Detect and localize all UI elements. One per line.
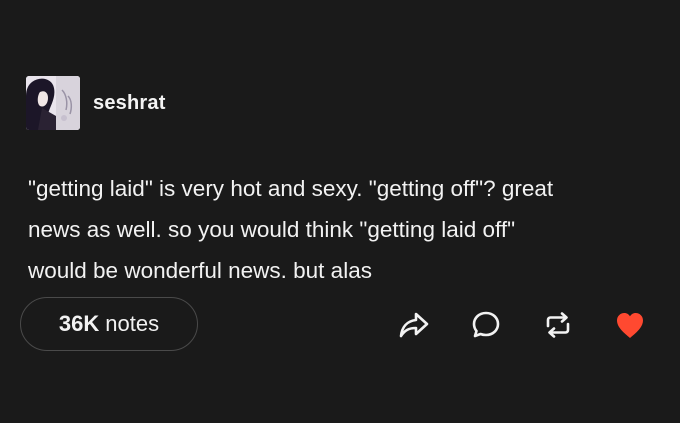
post-body-line: would be wonderful news. but alas	[28, 258, 372, 283]
share-button[interactable]	[397, 309, 431, 341]
tumblr-post: seshrat "getting laid" is very hot and s…	[0, 0, 680, 423]
avatar[interactable]	[26, 76, 80, 130]
like-icon	[617, 313, 643, 338]
reply-button[interactable]	[469, 309, 503, 341]
post-body-line: news as well. so you would think "gettin…	[28, 217, 516, 242]
username[interactable]: seshrat	[93, 92, 166, 115]
post-actions	[397, 309, 647, 341]
avatar-image	[26, 76, 80, 130]
reblog-button[interactable]	[541, 309, 575, 341]
post-body-line: "getting laid" is very hot and sexy. "ge…	[28, 176, 554, 201]
post-footer: 36K notes	[20, 297, 660, 353]
like-button[interactable]	[613, 309, 647, 341]
notes-label: notes	[105, 311, 160, 336]
notes-count: 36K	[58, 311, 100, 336]
share-icon	[399, 312, 429, 338]
post-body: "getting laid" is very hot and sexy. "ge…	[28, 168, 668, 291]
notes-button[interactable]: 36K notes	[20, 297, 198, 351]
post-header: seshrat	[26, 76, 166, 130]
reblog-icon	[546, 312, 570, 338]
reply-icon	[472, 311, 500, 338]
